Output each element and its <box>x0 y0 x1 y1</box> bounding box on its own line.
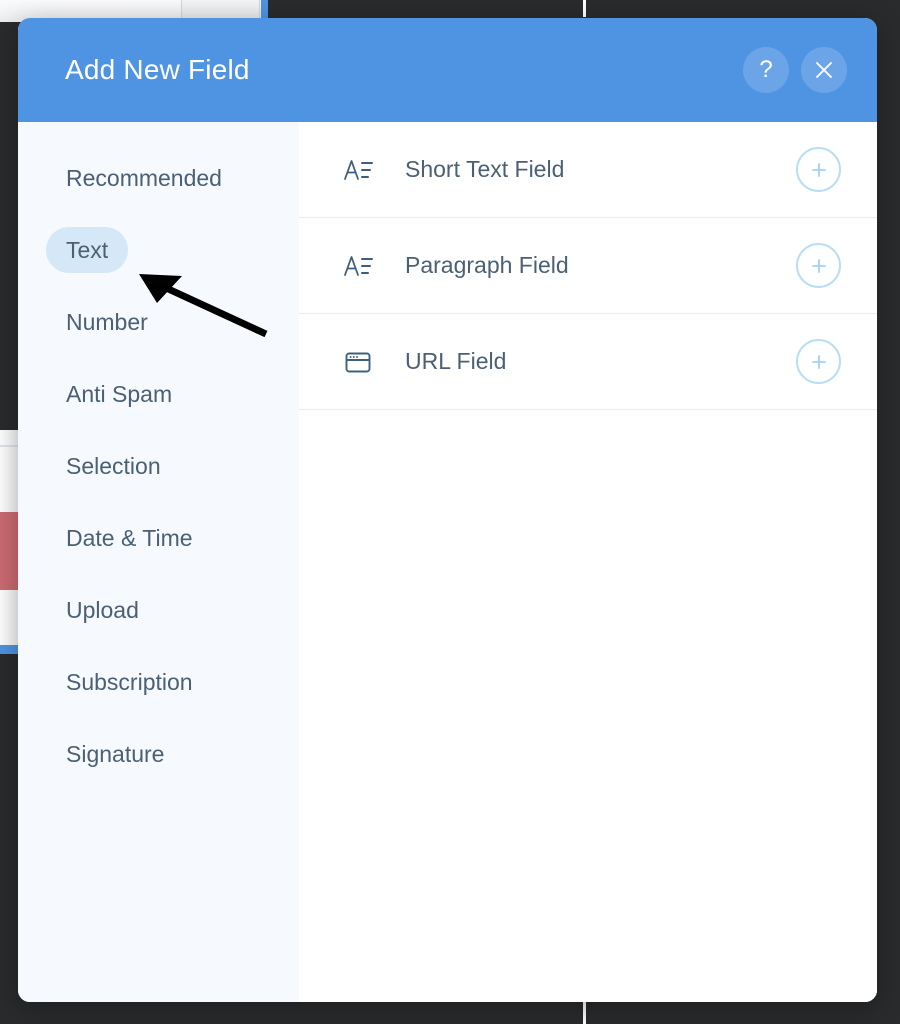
sidebar-item-label: Recommended <box>66 164 222 191</box>
sidebar-item-label: Selection <box>66 452 161 479</box>
help-button[interactable]: ? <box>743 47 789 93</box>
sidebar-item-recommended[interactable]: Recommended <box>18 158 299 198</box>
add-field-button[interactable] <box>796 339 841 384</box>
field-label: Short Text Field <box>405 156 565 182</box>
sidebar-item-label: Anti Spam <box>66 380 173 407</box>
sidebar-item-pill: Recommended <box>46 155 242 201</box>
sidebar-item-pill: Text <box>46 227 129 273</box>
header-actions: ? <box>743 47 847 93</box>
sidebar-item-label: Signature <box>66 740 165 767</box>
sidebar-item-number[interactable]: Number <box>18 302 299 342</box>
category-sidebar: Recommended Text Number Anti Spam Select… <box>18 122 299 1002</box>
text-lines-icon <box>343 253 389 279</box>
plus-circle-icon <box>809 256 829 276</box>
sidebar-item-pill: Upload <box>46 587 159 633</box>
page-title: Add New Field <box>65 54 250 85</box>
sidebar-item-label: Date & Time <box>66 524 193 551</box>
sidebar-item-date-time[interactable]: Date & Time <box>18 518 299 558</box>
sidebar-item-text[interactable]: Text <box>18 227 299 273</box>
sidebar-item-pill: Selection <box>46 443 181 489</box>
sidebar-item-label: Number <box>66 308 148 335</box>
sidebar-item-upload[interactable]: Upload <box>18 590 299 630</box>
close-x-icon <box>814 60 834 80</box>
add-field-button[interactable] <box>796 147 841 192</box>
sidebar-item-pill: Subscription <box>46 659 213 705</box>
field-row-url[interactable]: URL Field <box>299 314 877 410</box>
text-lines-icon <box>343 157 389 183</box>
plus-circle-icon <box>809 160 829 180</box>
sidebar-item-pill: Signature <box>46 731 184 777</box>
add-field-button[interactable] <box>796 243 841 288</box>
sidebar-item-label: Upload <box>66 596 139 623</box>
sidebar-item-subscription[interactable]: Subscription <box>18 662 299 702</box>
sidebar-item-label: Text <box>66 236 109 263</box>
screen: Add New Field ? Recommended Text Number … <box>0 0 900 1024</box>
question-mark-icon: ? <box>759 56 773 83</box>
plus-circle-icon <box>809 352 829 372</box>
sidebar-item-pill: Number <box>46 299 168 345</box>
browser-window-icon <box>343 349 389 375</box>
field-label: URL Field <box>405 348 507 374</box>
close-button[interactable] <box>801 47 847 93</box>
sidebar-item-anti-spam[interactable]: Anti Spam <box>18 374 299 414</box>
modal-body: Recommended Text Number Anti Spam Select… <box>18 122 877 1002</box>
field-type-list: Short Text Field Paragraph Field URL Fie… <box>299 122 877 1002</box>
sidebar-item-label: Subscription <box>66 668 193 695</box>
field-row-short-text[interactable]: Short Text Field <box>299 122 877 218</box>
modal-header: Add New Field ? <box>18 18 877 122</box>
add-new-field-modal: Add New Field ? Recommended Text Number … <box>18 18 877 1002</box>
sidebar-item-signature[interactable]: Signature <box>18 734 299 774</box>
field-row-paragraph[interactable]: Paragraph Field <box>299 218 877 314</box>
bottom-tick-mark <box>583 1001 586 1024</box>
field-label: Paragraph Field <box>405 252 569 278</box>
top-tick-mark <box>583 0 586 17</box>
sidebar-item-pill: Date & Time <box>46 515 213 561</box>
sidebar-item-selection[interactable]: Selection <box>18 446 299 486</box>
sidebar-item-pill: Anti Spam <box>46 371 192 417</box>
